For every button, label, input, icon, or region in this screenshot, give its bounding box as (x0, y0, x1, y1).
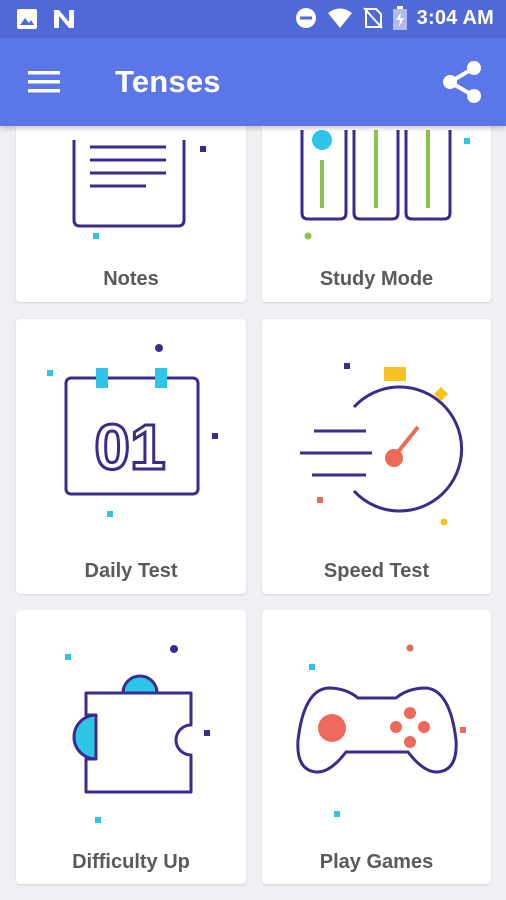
speed-test-label: Speed Test (323, 560, 430, 582)
study-mode-label: Study Mode (319, 268, 434, 290)
page-title: Tenses (115, 64, 221, 99)
calendar-01-icon: 01 (47, 344, 218, 517)
hamburger-menu-icon[interactable] (28, 68, 62, 96)
puzzle-icon (65, 645, 210, 823)
gamepad-icon (296, 644, 466, 817)
notes-card[interactable]: Notes (16, 100, 246, 302)
share-icon[interactable] (438, 58, 486, 106)
notes-label: Notes (103, 268, 159, 290)
daily-test-label: Daily Test (84, 560, 178, 582)
calendar-date: 01 (94, 411, 165, 483)
difficulty-up-label: Difficulty Up (72, 851, 190, 873)
speed-test-card[interactable]: Speed Test (262, 319, 491, 594)
feature-grid: Notes Study Mode 01 Daily Test Speed Tes… (0, 0, 506, 900)
difficulty-up-card[interactable]: Difficulty Up (16, 610, 246, 884)
speedometer-icon (300, 363, 464, 526)
play-games-label: Play Games (319, 851, 434, 873)
play-games-card[interactable]: Play Games (262, 610, 491, 884)
study-mode-card[interactable]: Study Mode (262, 100, 491, 302)
app-bar: Tenses (0, 38, 506, 126)
daily-test-card[interactable]: 01 Daily Test (16, 319, 246, 594)
